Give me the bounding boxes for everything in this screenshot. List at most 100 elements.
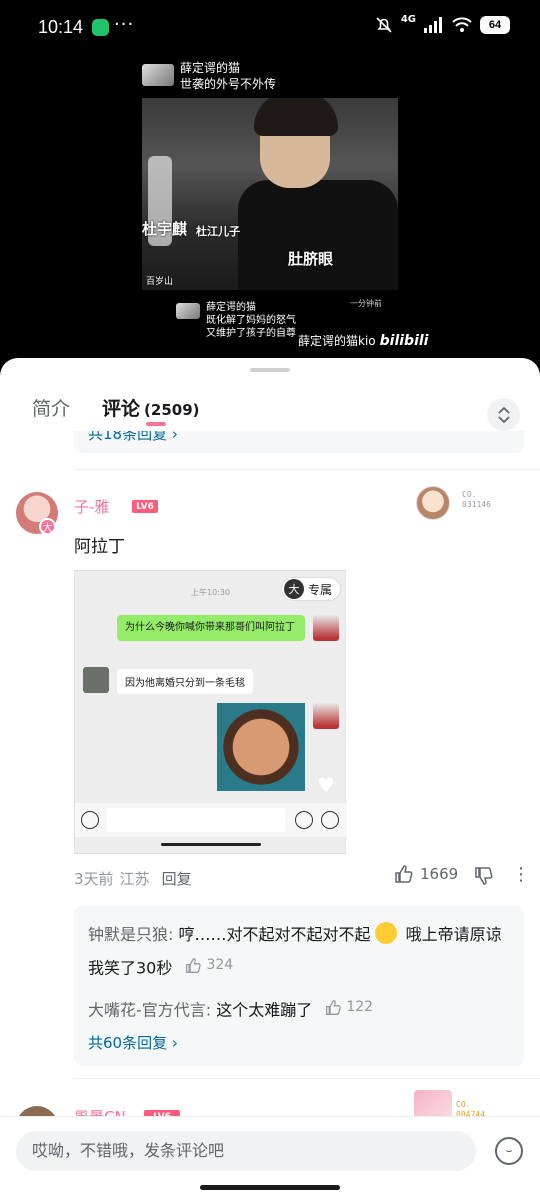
overlay-show: 百岁山 [146,277,174,287]
tab-intro[interactable]: 简介 [32,394,70,421]
previous-more-replies[interactable]: 共18条回复 › [74,431,524,453]
more-replies-link[interactable]: 共60条回复 › [88,1032,178,1053]
chat-input-bar [75,803,347,837]
home-indicator[interactable] [200,1185,340,1190]
chat-bubble-sent: 为什么今晚你喊你带来那哥们叫阿拉丁 [117,615,305,641]
chat-bubble-received: 因为他离婚只分到一条毛毯 [117,669,253,694]
fan-number-value: 031146 [462,500,491,509]
chat-avatar [313,615,339,641]
thumbs-up-icon [186,957,202,973]
chat-avatar [83,667,109,693]
more-options-icon[interactable]: ⋮ [512,864,530,885]
comment-date: 3天前 [74,870,114,888]
divider [74,1078,540,1079]
emoji-icon [295,811,313,829]
reply-text: 这个太难蹦了 [211,1000,313,1020]
caption-line: 既化解了妈妈的怒气 [206,315,296,326]
status-bar: 10:14 ··· 4G 64 [0,0,540,58]
caption-account: 薛定谔的猫 [206,302,256,313]
reply-like[interactable]: 122 [325,992,373,1022]
thumbs-up-icon [326,999,342,1015]
tab-comments[interactable]: 评论 (2509) [102,394,199,421]
reply-like-count: 122 [346,999,374,1015]
comment-input[interactable]: 哎呦，不错哦，发条评论吧 [16,1131,476,1171]
chat-input [107,808,285,832]
up-down-chevron-icon [497,406,510,423]
reply-username[interactable]: 大嘴花-官方代言: [88,1001,211,1020]
divider [74,469,540,470]
watermark-brand: bilibili [379,333,429,349]
message-app-icon [92,19,109,36]
comment-sheet: 简介 评论 (2509) 共18条回复 › 大 子-雅 LV6 CO. 031146… [0,358,540,1200]
voice-icon [81,811,99,829]
channel-logo-icon [176,303,200,319]
thumbs-up-icon [395,865,413,883]
channel-logo-icon [142,64,174,86]
fan-number-prefix: CO. [462,490,477,499]
battery-icon: 64 [480,16,510,34]
minute-tag: 一分钟前 [350,299,382,308]
fan-number-prefix: CO. [456,1100,471,1109]
crying-emoji-icon [374,922,397,944]
comment-meta: 3天前 江苏 回复 [74,868,198,889]
heart-icon: ♥ [317,773,335,797]
kid-hair [254,98,338,136]
comment-username[interactable]: 子-雅 [74,496,109,517]
kid-body [238,180,398,290]
comment-image[interactable]: 上午10:30 大专属 为什么今晚你喊你带来那哥们叫阿拉丁 因为他离婚只分到一条… [74,570,347,854]
reply-preview-box[interactable]: 钟默是只狼: 哼……对不起对不起对不起 哦上帝请原谅我笑了30秒 324 大嘴花… [74,906,524,1066]
expand-toggle-button[interactable] [487,398,520,431]
fan-medal-icon[interactable] [416,486,450,520]
reply-like-count: 324 [206,957,234,973]
chat-home-indicator [161,843,261,846]
comment-count: (2509) [144,401,200,419]
like-count: 1669 [420,865,459,883]
overlay-nick: 肚脐眼 [288,250,334,268]
clock-icon [321,811,339,829]
reply-text: 哼……对不起对不起对不起 [173,925,371,944]
watermark: 薛定谔的猫kio bilibili [298,332,428,349]
status-time: 10:14 [38,17,84,37]
thumbs-down-icon [475,867,493,885]
reply-like[interactable]: 324 [185,950,233,980]
reply-item: 大嘴花-官方代言: 这个太难蹦了 122 [88,992,373,1026]
exclusive-tag-icon: 大 [284,579,304,599]
reply-username[interactable]: 钟默是只狼: [88,925,173,944]
chat-avatar [313,703,339,729]
overlay-name: 杜宇麒 [142,220,188,238]
like-button[interactable]: 1669 [394,864,458,884]
video-player[interactable]: 薛定谔的猫 世袭的外号不外传 杜宇麒 杜江儿子 肚脐眼 百岁山 薛定谔的猫 既化… [0,58,540,358]
level-badge: LV6 [132,500,158,513]
mute-bell-icon [376,17,392,33]
active-tab-underline [146,422,166,426]
wifi-icon [452,17,472,32]
avatar-badge: 大 [39,518,56,535]
tab-bar: 简介 评论 (2509) [32,394,200,424]
exclusive-tag: 大专属 [281,577,341,601]
emoji-picker-icon[interactable]: ⌣ [495,1137,523,1165]
reply-button[interactable]: 回复 [162,870,192,888]
tab-comments-label: 评论 [102,398,141,420]
caption-text: 世袭的外号不外传 [180,77,277,91]
previous-more-replies-text: 共18条回复 › [88,431,178,443]
caption-account: 薛定谔的猫 [180,61,241,75]
drag-handle[interactable] [250,368,290,372]
caption-line: 又维护了孩子的自尊 [206,328,296,339]
reply-item: 钟默是只狼: 哼……对不起对不起对不起 哦上帝请原谅我笑了30秒 324 [88,920,512,984]
chat-time: 上午10:30 [191,588,231,597]
watermark-text: 薛定谔的猫kio [298,334,376,348]
dislike-button[interactable] [474,866,494,890]
status-more-dots: ··· [114,14,135,35]
video-frame: 杜宇麒 杜江儿子 肚脐眼 百岁山 [142,98,398,290]
fan-number: CO. 031146 [462,490,491,510]
video-caption-bottom: 薛定谔的猫 既化解了妈妈的怒气 又维护了孩子的自尊 [176,301,296,340]
network-type: 4G [400,13,416,25]
overlay-tag: 杜江儿子 [196,225,240,238]
video-caption-top: 薛定谔的猫 世袭的外号不外传 [142,60,276,92]
exclusive-tag-label: 专属 [308,582,333,597]
comment-location: 江苏 [119,870,150,888]
signal-icon [424,17,442,33]
comment-text: 阿拉丁 [74,537,125,557]
status-icons: 4G 64 [375,13,510,34]
chat-image-face [217,703,305,791]
